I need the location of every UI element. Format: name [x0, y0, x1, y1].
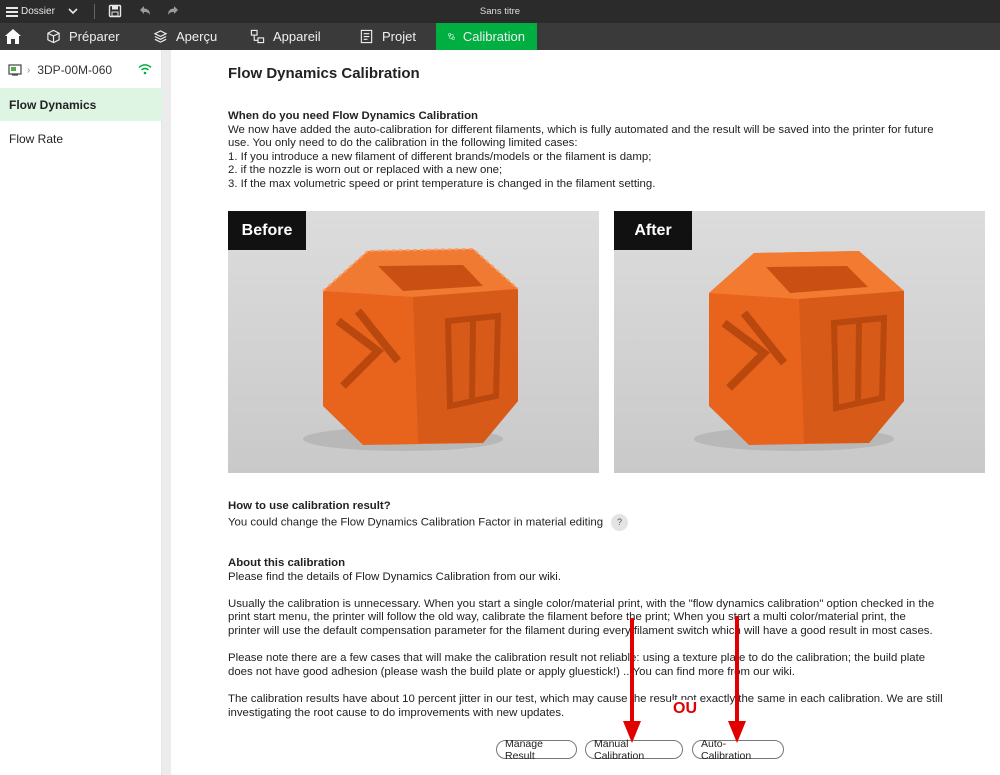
tab-device[interactable]: Appareil: [238, 23, 333, 50]
when-line: 2. if the nozzle is worn out or replaced…: [228, 164, 503, 177]
calibration-content: Flow Dynamics Calibration When do you ne…: [171, 50, 1000, 775]
tab-device-label: Appareil: [273, 29, 321, 44]
how-heading: How to use calibration result?: [228, 500, 391, 512]
main-tab-bar: Préparer Aperçu Appareil Projet Calibrat…: [0, 23, 1000, 50]
after-photo: After: [614, 211, 985, 473]
about-paragraph-line: print start menu, the printer will follo…: [228, 611, 906, 624]
panel-divider: [162, 50, 171, 775]
help-icon[interactable]: ?: [611, 513, 629, 531]
printer-icon: [8, 64, 22, 76]
before-cube-image: [228, 211, 599, 473]
when-line: 3. If the max volumetric speed or print …: [228, 177, 656, 190]
about-paragraph-line: Usually the calibration is unnecessary. …: [228, 597, 935, 610]
tab-preview[interactable]: Aperçu: [141, 23, 229, 50]
device-selector[interactable]: › 3DP-00M-060: [8, 62, 158, 78]
title-bar: Dossier Sans titre: [0, 0, 1000, 23]
annotation-arrow-left: [630, 618, 634, 728]
about-heading: About this calibration: [228, 557, 346, 569]
about-section: About this calibration Please find the d…: [228, 557, 988, 720]
when-line: We now have added the auto-calibration f…: [228, 123, 934, 136]
tab-prepare[interactable]: Préparer: [34, 23, 132, 50]
annotation-arrow-right: [735, 616, 739, 728]
annotation-arrow-left-head: [623, 721, 641, 743]
about-paragraph-line: Please note there are a few cases that w…: [228, 652, 926, 665]
tab-calibration[interactable]: Calibration: [436, 23, 537, 50]
manage-result-button[interactable]: Manage Result: [496, 738, 577, 762]
how-section: How to use calibration result? You could…: [228, 500, 988, 531]
when-heading: When do you need Flow Dynamics Calibrati…: [228, 110, 478, 122]
about-intro: Please find the details of Flow Dynamics…: [228, 570, 561, 583]
about-paragraph-line: printer will use the default compensatio…: [228, 624, 933, 637]
calibration-sidebar: › 3DP-00M-060 Flow Dynamics Flow Rate: [0, 50, 162, 775]
about-paragraph-line: does not have good adhesion (please wash…: [228, 665, 795, 678]
when-line: use. You only need to do the calibration…: [228, 137, 578, 150]
about-paragraph-line: investigating the root cause to do impro…: [228, 706, 565, 719]
document-icon: [360, 29, 373, 44]
about-paragraph-line: The calibration results have about 10 pe…: [228, 692, 943, 705]
after-label: After: [614, 211, 692, 250]
page-title: Flow Dynamics Calibration: [228, 65, 420, 82]
tab-prepare-label: Préparer: [69, 29, 120, 44]
home-icon[interactable]: [4, 28, 22, 45]
how-text: You could change the Flow Dynamics Calib…: [228, 516, 604, 529]
before-label: Before: [228, 211, 306, 250]
calibration-icon: [448, 33, 455, 40]
when-line: 1. If you introduce a new filament of di…: [228, 150, 652, 163]
when-section: When do you need Flow Dynamics Calibrati…: [228, 110, 988, 192]
cube-outline-icon: [47, 29, 60, 44]
after-cube-image: [614, 211, 985, 473]
sidebar-item-flow-dynamics[interactable]: Flow Dynamics: [0, 88, 162, 121]
tab-calibration-label: Calibration: [462, 29, 525, 44]
sidebar-item-flow-rate[interactable]: Flow Rate: [0, 122, 162, 155]
chevron-right-icon: ›: [27, 64, 31, 76]
annotation-or-label: OU: [672, 700, 698, 718]
device-icon: [250, 29, 265, 44]
tab-preview-label: Aperçu: [176, 29, 218, 44]
device-name: 3DP-00M-060: [37, 63, 113, 77]
tab-project-label: Projet: [382, 29, 416, 44]
wifi-icon: [138, 64, 152, 75]
before-photo: Before: [228, 211, 599, 473]
annotation-arrow-right-head: [728, 721, 746, 743]
layers-icon: [153, 30, 168, 43]
tab-project[interactable]: Projet: [347, 23, 428, 50]
window-title: Sans titre: [479, 6, 521, 17]
